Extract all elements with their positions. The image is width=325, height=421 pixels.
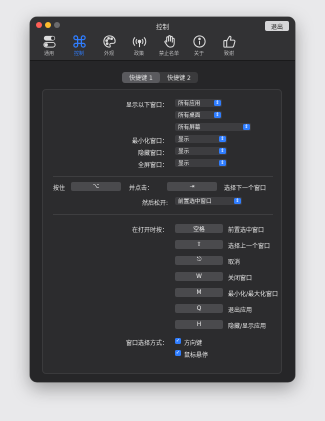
shortcut-key[interactable]: W	[175, 272, 223, 281]
and-press-label: 并点击：	[129, 185, 154, 192]
chevron-updown-icon: ⇕	[214, 99, 221, 106]
shortcut-key[interactable]: ⎋	[175, 256, 223, 265]
command-icon	[72, 35, 86, 48]
tab-shortcut-1[interactable]: 快捷键 1	[122, 72, 160, 83]
tab-label: 政策	[133, 51, 144, 57]
chevron-updown-icon: ⇕	[243, 123, 250, 130]
arrow-keys-checkbox[interactable]: ✓	[175, 338, 181, 344]
tab-shortcut-2[interactable]: 快捷键 2	[160, 72, 198, 83]
next-key-recorder[interactable]: ⇥	[167, 182, 217, 191]
title-bar: 控制 退出 通用 控制 外观 政策 禁止名单 关于 致谢	[30, 17, 295, 61]
desktops-popup-value: 所有桌面	[178, 113, 201, 119]
fullscreen-label: 全屏窗口：	[137, 162, 168, 169]
tab-appearance[interactable]: 外观	[94, 33, 124, 60]
tab-controls[interactable]: 控制	[64, 33, 94, 60]
shortcut-tabs: 快捷键 1 快捷键 2	[122, 72, 198, 83]
chevron-updown-icon: ⇕	[219, 147, 226, 154]
chevron-updown-icon: ⇕	[234, 197, 241, 204]
tab-label: 通用	[43, 51, 54, 57]
tab-acknowledgments[interactable]: 致谢	[214, 33, 244, 60]
settings-panel: 显示以下窗口： 所有应用 ⇕ 所有桌面 ⇕ 所有屏幕 ⇕ 最小化窗口： 显示 ⇕…	[42, 89, 282, 374]
palette-icon	[102, 35, 116, 48]
minimized-label: 最小化窗口：	[131, 138, 168, 145]
shortcut-action: 选择上一个窗口	[228, 243, 271, 250]
fullscreen-popup-value: 显示	[178, 161, 190, 167]
toolbar: 通用 控制 外观 政策 禁止名单 关于 致谢	[34, 33, 244, 60]
minimized-popup-value: 显示	[178, 137, 190, 143]
shortcut-action: 隐藏/显示应用	[228, 323, 267, 330]
release-popup-value: 前置选中窗口	[178, 199, 212, 205]
shortcut-action: 退出应用	[228, 307, 253, 314]
apps-popup-value: 所有应用	[178, 101, 201, 107]
shortcut-key[interactable]: ⇧	[175, 240, 223, 249]
tab-label: 控制	[73, 51, 84, 57]
tab-label: 关于	[193, 51, 204, 57]
hidden-label: 隐藏窗口：	[137, 150, 168, 157]
arrow-keys-label: 方向键	[184, 340, 203, 347]
shortcut-action: 前置选中窗口	[228, 227, 265, 234]
selection-label: 窗口选择方式：	[125, 340, 168, 347]
divider	[53, 214, 273, 215]
thumbs-up-icon	[222, 35, 235, 48]
screens-popup[interactable]: 所有屏幕 ⇕	[175, 123, 251, 131]
quit-button[interactable]: 退出	[265, 21, 289, 31]
release-label: 然后松开:	[141, 200, 168, 207]
tab-policies[interactable]: 政策	[124, 33, 154, 60]
tab-label: 致谢	[223, 51, 234, 57]
release-popup[interactable]: 前置选中窗口 ⇕	[175, 197, 242, 205]
fullscreen-popup[interactable]: 显示 ⇕	[175, 159, 227, 167]
hold-label: 按住	[53, 185, 66, 192]
shortcut-action: 关闭窗口	[228, 275, 253, 282]
hold-key-recorder[interactable]: ⌥	[71, 182, 121, 191]
info-icon	[192, 35, 206, 48]
mouse-hover-label: 鼠标悬停	[184, 352, 209, 359]
hidden-popup[interactable]: 显示 ⇕	[175, 147, 227, 155]
broadcast-icon	[132, 37, 146, 48]
chevron-updown-icon: ⇕	[219, 159, 226, 166]
while-open-label: 在打开时按：	[131, 227, 168, 234]
tab-label: 禁止名单	[158, 51, 179, 57]
apps-popup[interactable]: 所有应用 ⇕	[175, 99, 222, 107]
hidden-popup-value: 显示	[178, 149, 190, 155]
chevron-updown-icon: ⇕	[219, 135, 226, 142]
shortcut-action: 取消	[228, 259, 241, 266]
hand-icon	[163, 35, 175, 48]
shortcut-action: 最小化/最大化窗口	[228, 291, 279, 298]
shortcut-key[interactable]: Q	[175, 304, 223, 313]
desktops-popup[interactable]: 所有桌面 ⇕	[175, 111, 222, 119]
tab-general[interactable]: 通用	[34, 33, 64, 60]
window-title: 控制	[156, 23, 169, 31]
minimized-popup[interactable]: 显示 ⇕	[175, 135, 227, 143]
chevron-updown-icon: ⇕	[214, 111, 221, 118]
tab-blacklist[interactable]: 禁止名单	[154, 33, 184, 60]
preferences-window: 控制 退出 通用 控制 外观 政策 禁止名单 关于 致谢 快捷键 1 快捷键 2…	[30, 17, 295, 382]
divider	[53, 176, 273, 177]
tab-label: 外观	[103, 51, 114, 57]
screens-popup-value: 所有屏幕	[178, 125, 201, 131]
shortcut-key[interactable]: M	[175, 288, 223, 297]
tab-about[interactable]: 关于	[184, 33, 214, 60]
shortcut-key[interactable]: 空格	[175, 224, 223, 233]
mouse-hover-checkbox[interactable]: ✓	[175, 350, 181, 356]
shortcut-key[interactable]: H	[175, 320, 223, 329]
show-windows-label: 显示以下窗口：	[125, 102, 168, 109]
next-action-label: 选择下一个窗口	[224, 185, 267, 192]
toggle-icon	[42, 35, 56, 48]
